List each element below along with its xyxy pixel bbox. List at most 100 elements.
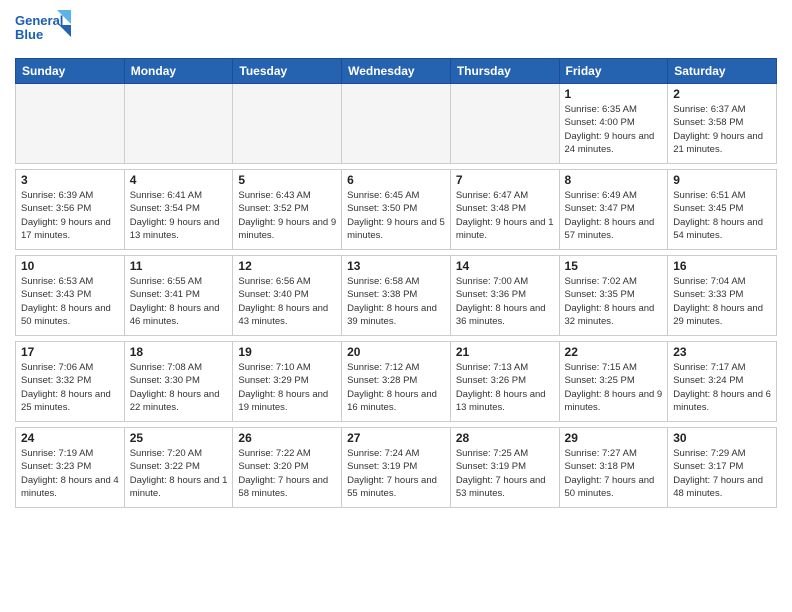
calendar-cell: 25 Sunrise: 7:20 AM Sunset: 3:22 PM Dayli…	[124, 428, 233, 508]
day-detail: Sunrise: 7:29 AM Sunset: 3:17 PM Dayligh…	[673, 447, 771, 500]
day-number: 30	[673, 431, 771, 445]
calendar-cell: 28Sunrise: 7:25 AM Sunset: 3:19 PM Dayli…	[450, 428, 559, 508]
calendar-cell	[16, 84, 125, 164]
calendar-cell: 5 Sunrise: 6:43 AM Sunset: 3:52 PM Daylig…	[233, 170, 342, 250]
calendar-cell: 12 Sunrise: 6:56 AM Sunset: 3:40 PM Dayli…	[233, 256, 342, 336]
calendar: Sunday Monday Tuesday Wednesday Thursday…	[15, 58, 777, 508]
day-number: 25	[130, 431, 228, 445]
calendar-week-row: 24Sunrise: 7:19 AM Sunset: 3:23 PM Dayli…	[16, 428, 777, 508]
day-number: 27	[347, 431, 445, 445]
calendar-cell	[450, 84, 559, 164]
day-detail: Sunrise: 7:10 AM Sunset: 3:29 PM Dayligh…	[238, 361, 336, 414]
calendar-cell: 13 Sunrise: 6:58 AM Sunset: 3:38 PM Dayli…	[342, 256, 451, 336]
svg-text:Blue: Blue	[15, 27, 43, 42]
day-detail: Sunrise: 7:12 AM Sunset: 3:28 PM Dayligh…	[347, 361, 445, 414]
day-detail: Sunrise: 7:08 AM Sunset: 3:30 PM Dayligh…	[130, 361, 228, 414]
logo-svg: General Blue	[15, 10, 71, 50]
page: General Blue Sunday Monday Tuesday Wedne…	[0, 0, 792, 612]
day-number: 29	[565, 431, 663, 445]
day-number: 15	[565, 259, 663, 273]
day-number: 22	[565, 345, 663, 359]
day-number: 2	[673, 87, 771, 101]
calendar-cell: 19Sunrise: 7:10 AM Sunset: 3:29 PM Dayli…	[233, 342, 342, 422]
calendar-week-row: 1 Sunrise: 6:35 AM Sunset: 4:00 PM Daylig…	[16, 84, 777, 164]
day-number: 8	[565, 173, 663, 187]
day-detail: Sunrise: 7:27 AM Sunset: 3:18 PM Dayligh…	[565, 447, 663, 500]
calendar-cell: 7Sunrise: 6:47 AM Sunset: 3:48 PM Daylig…	[450, 170, 559, 250]
calendar-cell: 1 Sunrise: 6:35 AM Sunset: 4:00 PM Daylig…	[559, 84, 668, 164]
calendar-cell: 17 Sunrise: 7:06 AM Sunset: 3:32 PM Dayli…	[16, 342, 125, 422]
calendar-cell: 4Sunrise: 6:41 AM Sunset: 3:54 PM Daylig…	[124, 170, 233, 250]
calendar-cell: 24Sunrise: 7:19 AM Sunset: 3:23 PM Dayli…	[16, 428, 125, 508]
day-number: 6	[347, 173, 445, 187]
day-detail: Sunrise: 6:56 AM Sunset: 3:40 PM Dayligh…	[238, 275, 336, 328]
day-detail: Sunrise: 7:04 AM Sunset: 3:33 PM Dayligh…	[673, 275, 771, 328]
day-detail: Sunrise: 6:58 AM Sunset: 3:38 PM Dayligh…	[347, 275, 445, 328]
day-detail: Sunrise: 6:55 AM Sunset: 3:41 PM Dayligh…	[130, 275, 228, 328]
header-monday: Monday	[124, 59, 233, 84]
calendar-cell: 9 Sunrise: 6:51 AM Sunset: 3:45 PM Daylig…	[668, 170, 777, 250]
calendar-cell: 22Sunrise: 7:15 AM Sunset: 3:25 PM Dayli…	[559, 342, 668, 422]
calendar-cell: 23Sunrise: 7:17 AM Sunset: 3:24 PM Dayli…	[668, 342, 777, 422]
day-detail: Sunrise: 7:20 AM Sunset: 3:22 PM Dayligh…	[130, 447, 228, 500]
calendar-week-row: 3 Sunrise: 6:39 AM Sunset: 3:56 PM Daylig…	[16, 170, 777, 250]
day-detail: Sunrise: 6:35 AM Sunset: 4:00 PM Dayligh…	[565, 103, 663, 156]
day-detail: Sunrise: 6:51 AM Sunset: 3:45 PM Dayligh…	[673, 189, 771, 242]
day-number: 17	[21, 345, 119, 359]
calendar-cell: 15Sunrise: 7:02 AM Sunset: 3:35 PM Dayli…	[559, 256, 668, 336]
calendar-cell: 8 Sunrise: 6:49 AM Sunset: 3:47 PM Daylig…	[559, 170, 668, 250]
day-detail: Sunrise: 7:17 AM Sunset: 3:24 PM Dayligh…	[673, 361, 771, 414]
day-number: 7	[456, 173, 554, 187]
calendar-header-row: Sunday Monday Tuesday Wednesday Thursday…	[16, 59, 777, 84]
calendar-cell	[124, 84, 233, 164]
header-tuesday: Tuesday	[233, 59, 342, 84]
day-number: 1	[565, 87, 663, 101]
header: General Blue	[15, 10, 777, 50]
svg-text:General: General	[15, 13, 63, 28]
day-number: 26	[238, 431, 336, 445]
header-sunday: Sunday	[16, 59, 125, 84]
day-detail: Sunrise: 7:13 AM Sunset: 3:26 PM Dayligh…	[456, 361, 554, 414]
calendar-cell: 18 Sunrise: 7:08 AM Sunset: 3:30 PM Dayli…	[124, 342, 233, 422]
day-number: 12	[238, 259, 336, 273]
day-detail: Sunrise: 6:49 AM Sunset: 3:47 PM Dayligh…	[565, 189, 663, 242]
day-detail: Sunrise: 7:06 AM Sunset: 3:32 PM Dayligh…	[21, 361, 119, 414]
calendar-cell: 6 Sunrise: 6:45 AM Sunset: 3:50 PM Daylig…	[342, 170, 451, 250]
day-detail: Sunrise: 6:41 AM Sunset: 3:54 PM Dayligh…	[130, 189, 228, 242]
calendar-cell: 16 Sunrise: 7:04 AM Sunset: 3:33 PM Dayli…	[668, 256, 777, 336]
day-detail: Sunrise: 7:24 AM Sunset: 3:19 PM Dayligh…	[347, 447, 445, 500]
calendar-cell: 29 Sunrise: 7:27 AM Sunset: 3:18 PM Dayli…	[559, 428, 668, 508]
calendar-cell	[342, 84, 451, 164]
day-number: 11	[130, 259, 228, 273]
calendar-cell: 3 Sunrise: 6:39 AM Sunset: 3:56 PM Daylig…	[16, 170, 125, 250]
calendar-cell: 30 Sunrise: 7:29 AM Sunset: 3:17 PM Dayli…	[668, 428, 777, 508]
day-number: 10	[21, 259, 119, 273]
header-saturday: Saturday	[668, 59, 777, 84]
day-detail: Sunrise: 6:43 AM Sunset: 3:52 PM Dayligh…	[238, 189, 336, 242]
day-number: 3	[21, 173, 119, 187]
day-detail: Sunrise: 6:53 AM Sunset: 3:43 PM Dayligh…	[21, 275, 119, 328]
day-number: 5	[238, 173, 336, 187]
calendar-cell: 27 Sunrise: 7:24 AM Sunset: 3:19 PM Dayli…	[342, 428, 451, 508]
day-number: 13	[347, 259, 445, 273]
calendar-cell	[233, 84, 342, 164]
logo: General Blue	[15, 10, 71, 50]
calendar-cell: 26Sunrise: 7:22 AM Sunset: 3:20 PM Dayli…	[233, 428, 342, 508]
day-detail: Sunrise: 7:25 AM Sunset: 3:19 PM Dayligh…	[456, 447, 554, 500]
day-number: 9	[673, 173, 771, 187]
day-number: 21	[456, 345, 554, 359]
day-number: 14	[456, 259, 554, 273]
header-thursday: Thursday	[450, 59, 559, 84]
calendar-cell: 20 Sunrise: 7:12 AM Sunset: 3:28 PM Dayli…	[342, 342, 451, 422]
day-number: 20	[347, 345, 445, 359]
day-number: 18	[130, 345, 228, 359]
calendar-cell: 11 Sunrise: 6:55 AM Sunset: 3:41 PM Dayli…	[124, 256, 233, 336]
day-detail: Sunrise: 7:19 AM Sunset: 3:23 PM Dayligh…	[21, 447, 119, 500]
day-detail: Sunrise: 6:39 AM Sunset: 3:56 PM Dayligh…	[21, 189, 119, 242]
day-number: 16	[673, 259, 771, 273]
day-detail: Sunrise: 7:00 AM Sunset: 3:36 PM Dayligh…	[456, 275, 554, 328]
day-detail: Sunrise: 6:37 AM Sunset: 3:58 PM Dayligh…	[673, 103, 771, 156]
calendar-week-row: 10 Sunrise: 6:53 AM Sunset: 3:43 PM Dayli…	[16, 256, 777, 336]
calendar-cell: 2 Sunrise: 6:37 AM Sunset: 3:58 PM Daylig…	[668, 84, 777, 164]
day-detail: Sunrise: 6:45 AM Sunset: 3:50 PM Dayligh…	[347, 189, 445, 242]
